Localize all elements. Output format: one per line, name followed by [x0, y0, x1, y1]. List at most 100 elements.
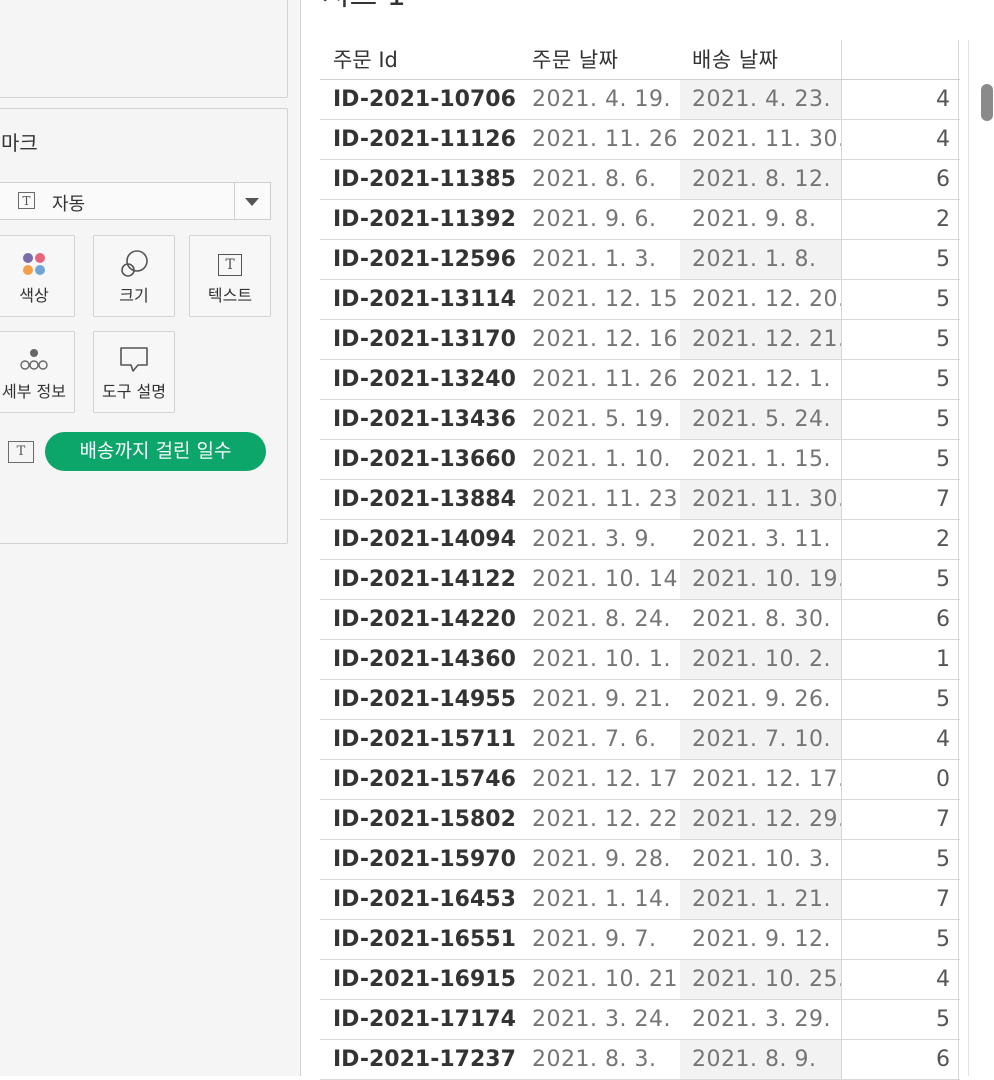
order-date-cell[interactable]: 2021. 7. 6.	[522, 720, 680, 759]
days-to-ship-cell[interactable]: 5	[841, 280, 959, 319]
size-shelf-button[interactable]: 크기	[93, 235, 175, 317]
ship-date-cell[interactable]: 2021. 8. 12.	[680, 160, 841, 199]
ship-date-cell[interactable]: 2021. 10. 25.	[680, 960, 841, 999]
order-id-cell[interactable]: ID-2021-14360	[320, 640, 522, 679]
order-id-cell[interactable]: ID-2021-15711	[320, 720, 522, 759]
order-date-cell[interactable]: 2021. 12. 15.	[522, 280, 680, 319]
order-date-cell[interactable]: 2021. 1. 14.	[522, 880, 680, 919]
days-to-ship-cell[interactable]: 2	[841, 200, 959, 239]
ship-date-cell[interactable]: 2021. 1. 15.	[680, 440, 841, 479]
order-date-cell[interactable]: 2021. 5. 19.	[522, 400, 680, 439]
table-row[interactable]: ID-2021-11126 2021. 11. 26. 2021. 11. 30. 4	[320, 120, 960, 160]
order-id-cell[interactable]: ID-2021-13660	[320, 440, 522, 479]
order-date-cell[interactable]: 2021. 11. 23.	[522, 480, 680, 519]
order-id-cell[interactable]: ID-2021-16551	[320, 920, 522, 959]
table-row[interactable]: ID-2021-16915 2021. 10. 21. 2021. 10. 25. 4	[320, 960, 960, 1000]
table-row[interactable]: ID-2021-14094 2021. 3. 9. 2021. 3. 11. 2	[320, 520, 960, 560]
order-date-cell[interactable]: 2021. 1. 10.	[522, 440, 680, 479]
days-to-ship-cell[interactable]: 5	[841, 920, 959, 959]
table-row[interactable]: ID-2021-13884 2021. 11. 23. 2021. 11. 30. 7	[320, 480, 960, 520]
days-to-ship-cell[interactable]: 4	[841, 960, 959, 999]
mark-type-dropdown[interactable]: T 자동	[0, 182, 271, 220]
order-date-cell[interactable]: 2021. 10. 21.	[522, 960, 680, 999]
order-date-cell[interactable]: 2021. 8. 24.	[522, 600, 680, 639]
order-id-cell[interactable]: ID-2021-14094	[320, 520, 522, 559]
days-to-ship-cell[interactable]: 5	[841, 840, 959, 879]
order-date-cell[interactable]: 2021. 3. 9.	[522, 520, 680, 559]
order-date-cell[interactable]: 2021. 8. 6.	[522, 160, 680, 199]
ship-date-cell[interactable]: 2021. 4. 23.	[680, 80, 841, 119]
days-to-ship-cell[interactable]: 5	[841, 1000, 959, 1039]
order-date-cell[interactable]: 2021. 12. 16.	[522, 320, 680, 359]
ship-date-cell[interactable]: 2021. 9. 26.	[680, 680, 841, 719]
days-to-ship-cell[interactable]: 7	[841, 480, 959, 519]
order-date-cell[interactable]: 2021. 11. 26.	[522, 120, 680, 159]
ship-date-cell[interactable]: 2021. 11. 30.	[680, 480, 841, 519]
days-to-ship-cell[interactable]: 4	[841, 720, 959, 759]
ship-date-cell[interactable]: 2021. 5. 24.	[680, 400, 841, 439]
order-id-cell[interactable]: ID-2021-11126	[320, 120, 522, 159]
order-id-cell[interactable]: ID-2021-17237	[320, 1040, 522, 1079]
table-row[interactable]: ID-2021-17174 2021. 3. 24. 2021. 3. 29. 5	[320, 1000, 960, 1040]
order-date-cell[interactable]: 2021. 9. 7.	[522, 920, 680, 959]
order-id-cell[interactable]: ID-2021-10706	[320, 80, 522, 119]
table-row[interactable]: ID-2021-15746 2021. 12. 17. 2021. 12. 17. 0	[320, 760, 960, 800]
ship-date-cell[interactable]: 2021. 1. 8.	[680, 240, 841, 279]
table-row[interactable]: ID-2021-15970 2021. 9. 28. 2021. 10. 3. 5	[320, 840, 960, 880]
days-to-ship-cell[interactable]: 2	[841, 520, 959, 559]
order-id-cell[interactable]: ID-2021-13240	[320, 360, 522, 399]
column-header-order-id[interactable]: 주문 Id	[320, 40, 522, 79]
days-to-ship-cell[interactable]: 0	[841, 760, 959, 799]
ship-date-cell[interactable]: 2021. 10. 3.	[680, 840, 841, 879]
days-to-ship-cell[interactable]: 5	[841, 560, 959, 599]
order-id-cell[interactable]: ID-2021-11385	[320, 160, 522, 199]
column-header-ship-date[interactable]: 배송 날짜	[680, 40, 841, 79]
table-row[interactable]: ID-2021-14122 2021. 10. 14. 2021. 10. 19. 5	[320, 560, 960, 600]
ship-date-cell[interactable]: 2021. 10. 19.	[680, 560, 841, 599]
table-row[interactable]: ID-2021-14955 2021. 9. 21. 2021. 9. 26. 5	[320, 680, 960, 720]
column-header-order-date[interactable]: 주문 날짜	[522, 40, 680, 79]
scrollbar-thumb[interactable]	[981, 84, 993, 121]
order-date-cell[interactable]: 2021. 12. 17.	[522, 760, 680, 799]
order-id-cell[interactable]: ID-2021-13114	[320, 280, 522, 319]
tooltip-shelf-button[interactable]: 도구 설명	[93, 331, 175, 413]
table-row[interactable]: ID-2021-12596 2021. 1. 3. 2021. 1. 8. 5	[320, 240, 960, 280]
order-id-cell[interactable]: ID-2021-15802	[320, 800, 522, 839]
order-date-cell[interactable]: 2021. 8. 3.	[522, 1040, 680, 1079]
order-id-cell[interactable]: ID-2021-14955	[320, 680, 522, 719]
order-id-cell[interactable]: ID-2021-13170	[320, 320, 522, 359]
order-date-cell[interactable]: 2021. 3. 24.	[522, 1000, 680, 1039]
order-date-cell[interactable]: 2021. 1. 3.	[522, 240, 680, 279]
order-id-cell[interactable]: ID-2021-16453	[320, 880, 522, 919]
days-to-ship-cell[interactable]: 5	[841, 400, 959, 439]
order-id-cell[interactable]: ID-2021-11392	[320, 200, 522, 239]
days-to-ship-cell[interactable]: 6	[841, 600, 959, 639]
days-to-ship-cell[interactable]: 1	[841, 640, 959, 679]
table-row[interactable]: ID-2021-10706 2021. 4. 19. 2021. 4. 23. 4	[320, 80, 960, 120]
days-to-ship-cell[interactable]: 5	[841, 320, 959, 359]
ship-date-cell[interactable]: 2021. 12. 21.	[680, 320, 841, 359]
filters-card[interactable]	[0, 0, 288, 98]
order-date-cell[interactable]: 2021. 9. 6.	[522, 200, 680, 239]
order-id-cell[interactable]: ID-2021-15970	[320, 840, 522, 879]
days-to-ship-cell[interactable]: 5	[841, 360, 959, 399]
table-row[interactable]: ID-2021-16551 2021. 9. 7. 2021. 9. 12. 5	[320, 920, 960, 960]
text-shelf-button[interactable]: T 텍스트	[189, 235, 271, 317]
table-row[interactable]: ID-2021-15802 2021. 12. 22. 2021. 12. 29. 7	[320, 800, 960, 840]
table-row[interactable]: ID-2021-14360 2021. 10. 1. 2021. 10. 2. 1	[320, 640, 960, 680]
table-row[interactable]: ID-2021-14220 2021. 8. 24. 2021. 8. 30. 6	[320, 600, 960, 640]
ship-date-cell[interactable]: 2021. 12. 29.	[680, 800, 841, 839]
table-row[interactable]: ID-2021-13436 2021. 5. 19. 2021. 5. 24. 5	[320, 400, 960, 440]
order-id-cell[interactable]: ID-2021-17174	[320, 1000, 522, 1039]
order-id-cell[interactable]: ID-2021-13884	[320, 480, 522, 519]
table-row[interactable]: ID-2021-13660 2021. 1. 10. 2021. 1. 15. 5	[320, 440, 960, 480]
days-to-ship-cell[interactable]: 4	[841, 120, 959, 159]
order-date-cell[interactable]: 2021. 12. 22.	[522, 800, 680, 839]
order-id-cell[interactable]: ID-2021-16915	[320, 960, 522, 999]
ship-date-cell[interactable]: 2021. 3. 11.	[680, 520, 841, 559]
ship-date-cell[interactable]: 2021. 9. 8.	[680, 200, 841, 239]
ship-date-cell[interactable]: 2021. 8. 30.	[680, 600, 841, 639]
order-id-cell[interactable]: ID-2021-14220	[320, 600, 522, 639]
ship-date-cell[interactable]: 2021. 10. 2.	[680, 640, 841, 679]
detail-shelf-button[interactable]: 세부 정보	[0, 331, 75, 413]
